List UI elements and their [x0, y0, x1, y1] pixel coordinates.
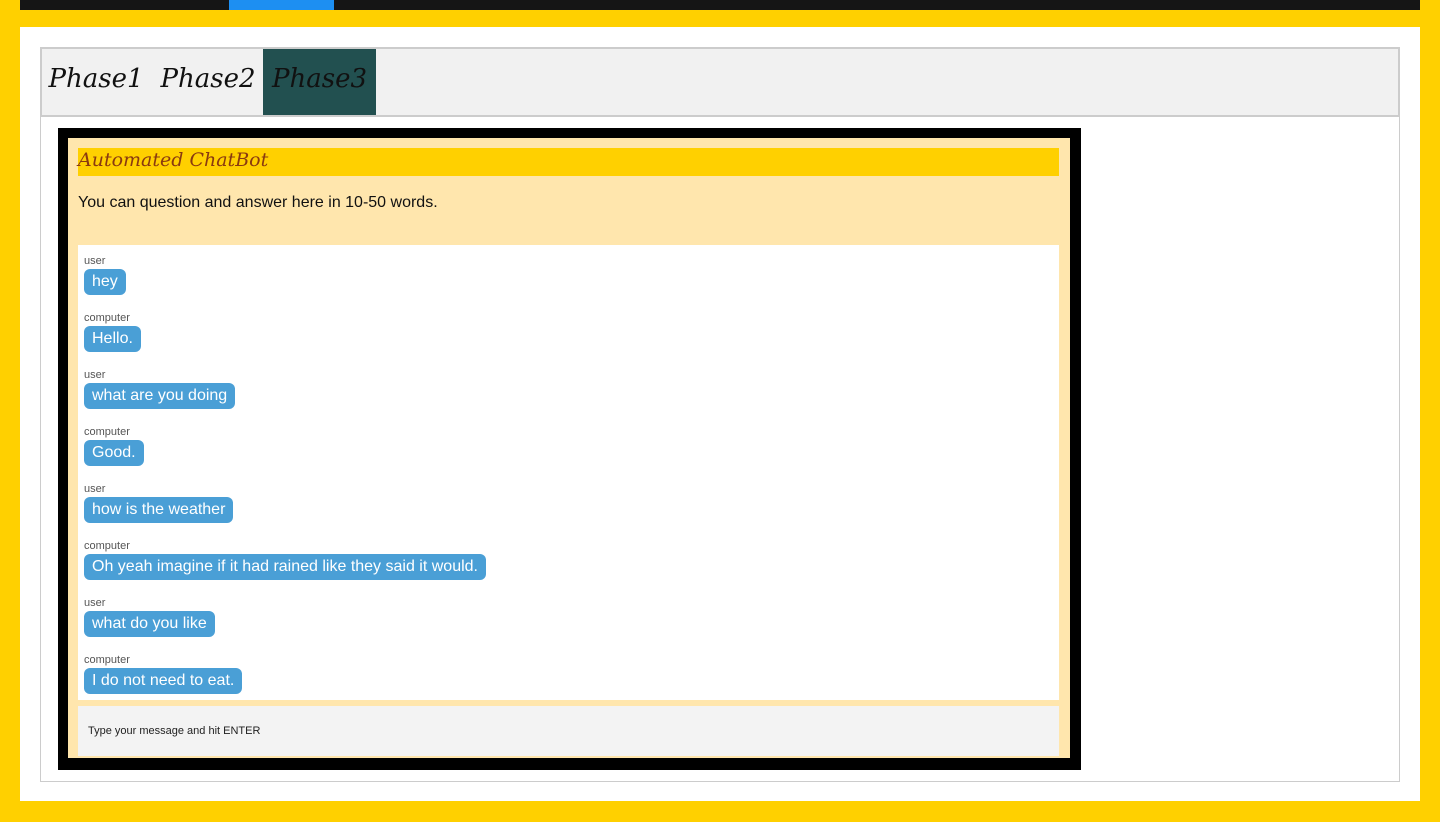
- tab-phase3[interactable]: Phase3: [263, 49, 376, 115]
- tab-phase2[interactable]: Phase2: [154, 49, 262, 115]
- top-loading-bar: [20, 0, 1420, 10]
- message-bubble: how is the weather: [84, 497, 234, 523]
- message-author: user: [84, 483, 106, 495]
- message-author: user: [84, 597, 106, 609]
- chat-message: computer Oh yeah imagine if it had raine…: [84, 540, 486, 580]
- chatbot-frame: Automated ChatBot You can question and a…: [58, 128, 1081, 770]
- message-author: user: [84, 369, 106, 381]
- message-bubble: I do not need to eat.: [84, 668, 243, 694]
- message-bubble: what do you like: [84, 611, 215, 637]
- message-bubble: Good.: [84, 440, 144, 466]
- chat-message: user what do you like: [84, 597, 215, 637]
- message-input-area: [78, 706, 1059, 756]
- chatbot-panel: Automated ChatBot You can question and a…: [68, 138, 1070, 758]
- chat-message: computer Hello.: [84, 312, 141, 352]
- tab-phase1[interactable]: Phase1: [42, 49, 150, 115]
- chatbot-title: Automated ChatBot: [78, 148, 1059, 176]
- message-input[interactable]: [78, 706, 1059, 756]
- message-author: computer: [84, 312, 130, 324]
- message-bubble: Hello.: [84, 326, 141, 352]
- message-author: computer: [84, 540, 130, 552]
- message-list[interactable]: user hey computer Hello. user what are y…: [78, 245, 1059, 700]
- chat-message: computer Good.: [84, 426, 144, 466]
- message-author: computer: [84, 654, 130, 666]
- chat-message: user how is the weather: [84, 483, 234, 523]
- tabs-panel: Phase1 Phase2 Phase3 Automated ChatBot Y…: [40, 47, 1400, 782]
- chat-message: user what are you doing: [84, 369, 236, 409]
- message-bubble: what are you doing: [84, 383, 236, 409]
- message-bubble: hey: [84, 269, 126, 295]
- message-author: user: [84, 255, 106, 267]
- tab-bar: Phase1 Phase2 Phase3: [41, 48, 1399, 117]
- chatbot-description: You can question and answer here in 10-5…: [78, 194, 438, 211]
- message-author: computer: [84, 426, 130, 438]
- chat-message: user hey: [84, 255, 126, 295]
- chat-message: computer I do not need to eat.: [84, 654, 243, 694]
- page-container: Phase1 Phase2 Phase3 Automated ChatBot Y…: [20, 27, 1420, 801]
- message-bubble: Oh yeah imagine if it had rained like th…: [84, 554, 486, 580]
- loading-progress-indicator: [229, 0, 334, 10]
